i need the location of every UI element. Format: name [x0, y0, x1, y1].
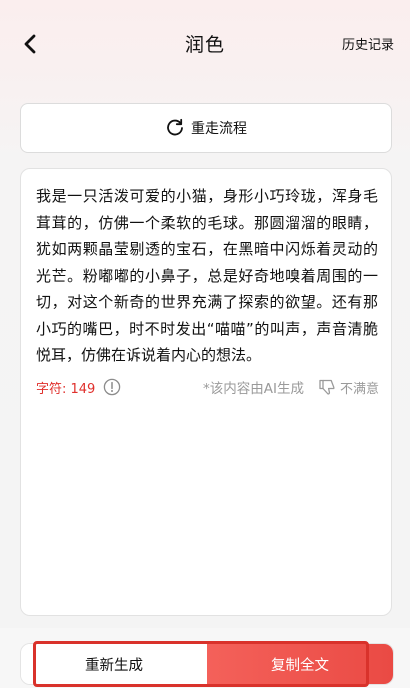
- header: 润色 历史记录: [0, 0, 410, 88]
- info-icon[interactable]: [103, 378, 121, 396]
- regenerate-button[interactable]: 重新生成: [21, 644, 207, 684]
- restart-flow-button[interactable]: 重走流程: [20, 103, 392, 153]
- ai-generated-note: *该内容由AI生成: [203, 381, 304, 397]
- result-card: 我是一只活泼可爱的小猫，身形小巧玲珑，浑身毛茸茸的，仿佛一个柔软的毛球。那圆溜溜…: [20, 168, 392, 616]
- restart-flow-label: 重走流程: [191, 121, 247, 137]
- dislike-button[interactable]: 不满意: [318, 378, 379, 397]
- polished-text: 我是一只活泼可爱的小猫，身形小巧玲珑，浑身毛茸茸的，仿佛一个柔软的毛球。那圆溜溜…: [36, 187, 378, 364]
- history-link[interactable]: 历史记录: [342, 34, 394, 53]
- result-meta-row: 字符: 149 *该内容由AI生成 不满意: [36, 375, 379, 399]
- dislike-label: 不满意: [339, 381, 379, 397]
- copy-all-button[interactable]: 复制全文: [207, 644, 393, 684]
- refresh-icon: [167, 118, 183, 136]
- thumbs-down-icon: [319, 379, 335, 395]
- action-button-group: 重新生成 复制全文: [20, 643, 394, 685]
- char-count: 字符: 149: [36, 381, 96, 397]
